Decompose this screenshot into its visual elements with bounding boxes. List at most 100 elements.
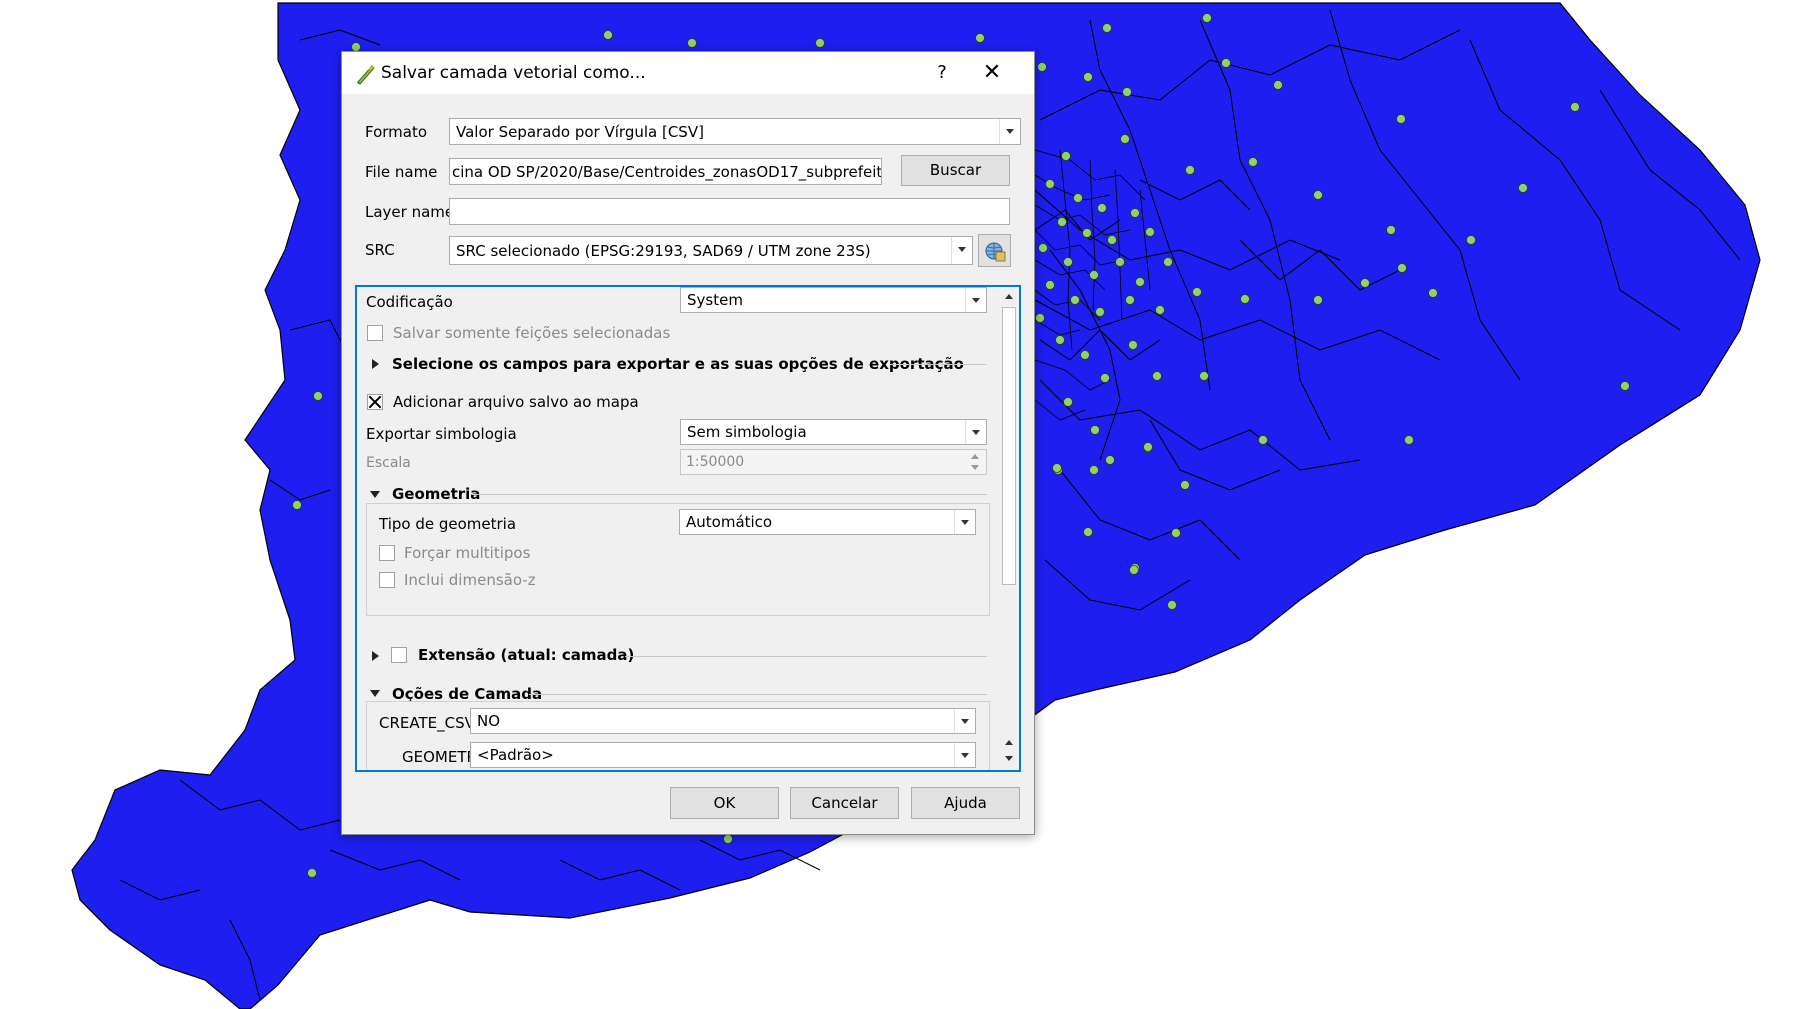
dialog-title: Salvar camada vetorial como... bbox=[381, 63, 646, 83]
filename-input[interactable]: cina OD SP/2020/Base/Centroides_zonasOD1… bbox=[449, 158, 882, 185]
chevron-down-icon bbox=[954, 709, 975, 733]
centroid-point bbox=[1100, 373, 1110, 383]
centroid-point bbox=[1107, 235, 1117, 245]
centroid-point bbox=[1063, 257, 1073, 267]
symbology-select[interactable]: Sem simbologia bbox=[680, 419, 987, 445]
section-divider bbox=[625, 656, 987, 657]
centroid-point bbox=[1083, 72, 1093, 82]
scroll-up-button[interactable] bbox=[1002, 289, 1017, 305]
scale-spinner[interactable] bbox=[968, 450, 986, 474]
centroid-point bbox=[1152, 371, 1162, 381]
centroid-point bbox=[815, 38, 825, 48]
centroid-point bbox=[1143, 442, 1153, 452]
extent-section-title[interactable]: Extensão (atual: camada) bbox=[418, 646, 634, 664]
centroid-point bbox=[1090, 425, 1100, 435]
section-divider bbox=[529, 694, 987, 695]
centroid-point bbox=[1070, 295, 1080, 305]
encoding-label: Codificação bbox=[366, 293, 453, 311]
arrow-up-icon bbox=[1005, 294, 1013, 299]
centroid-point bbox=[1105, 455, 1115, 465]
create-csvt-value: NO bbox=[477, 712, 501, 730]
centroid-point bbox=[723, 834, 733, 844]
centroid-point bbox=[1192, 287, 1202, 297]
centroid-point bbox=[1035, 313, 1045, 323]
expand-arrow-icon[interactable] bbox=[372, 651, 379, 661]
layername-input[interactable] bbox=[449, 198, 1010, 225]
qgis-icon bbox=[357, 65, 375, 85]
collapse-arrow-icon[interactable] bbox=[370, 491, 380, 498]
options-scrollbar[interactable] bbox=[1000, 287, 1019, 770]
centroid-point bbox=[1128, 340, 1138, 350]
crs-select[interactable]: SRC selecionado (EPSG:29193, SAD69 / UTM… bbox=[449, 236, 973, 265]
centroid-point bbox=[1052, 463, 1062, 473]
centroid-point bbox=[1130, 208, 1140, 218]
browse-button[interactable]: Buscar bbox=[901, 155, 1010, 186]
extent-checkbox[interactable] bbox=[391, 647, 407, 663]
centroid-point bbox=[1135, 277, 1145, 287]
options-scroll-panel[interactable]: Codificação System Salvar somente feiçõe… bbox=[355, 285, 1021, 772]
centroid-point bbox=[1083, 527, 1093, 537]
encoding-select[interactable]: System bbox=[680, 287, 987, 313]
include-z-label: Inclui dimensão-z bbox=[404, 571, 536, 589]
include-z-checkbox[interactable] bbox=[379, 572, 395, 588]
centroid-point bbox=[1102, 23, 1112, 33]
force-multi-checkbox[interactable] bbox=[379, 545, 395, 561]
chevron-down-icon bbox=[954, 510, 975, 534]
scrollbar-thumb[interactable] bbox=[1002, 307, 1016, 585]
only-selected-checkbox[interactable] bbox=[367, 325, 383, 341]
centroid-point bbox=[1155, 305, 1165, 315]
scale-input[interactable]: 1:50000 bbox=[680, 449, 987, 475]
fields-section-title[interactable]: Selecione os campos para exportar e as s… bbox=[392, 355, 964, 373]
cancel-button[interactable]: Cancelar bbox=[790, 787, 899, 819]
geometry-option-select[interactable]: <Padrão> bbox=[470, 742, 976, 768]
layer-options-groupbox: CREATE_CSVT NO GEOMETRY <Padrão> bbox=[366, 701, 990, 770]
format-select[interactable]: Valor Separado por Vírgula [CSV] bbox=[449, 118, 1021, 145]
crs-value: SRC selecionado (EPSG:29193, SAD69 / UTM… bbox=[456, 242, 871, 260]
centroid-point bbox=[1073, 193, 1083, 203]
centroid-point bbox=[1080, 350, 1090, 360]
centroid-point bbox=[1202, 13, 1212, 23]
close-icon[interactable]: ✕ bbox=[972, 58, 1012, 88]
section-divider bbox=[472, 494, 987, 495]
filename-value: cina OD SP/2020/Base/Centroides_zonasOD1… bbox=[452, 163, 882, 181]
centroid-point bbox=[1145, 227, 1155, 237]
add-to-map-checkbox[interactable] bbox=[367, 394, 383, 410]
centroid-point bbox=[1089, 465, 1099, 475]
expand-arrow-icon[interactable] bbox=[372, 359, 379, 369]
collapse-arrow-icon[interactable] bbox=[370, 690, 380, 697]
add-to-map-label: Adicionar arquivo salvo ao mapa bbox=[393, 393, 639, 411]
filename-label: File name bbox=[365, 163, 438, 181]
layername-label: Layer name bbox=[365, 203, 455, 221]
centroid-point bbox=[1082, 228, 1092, 238]
centroid-point bbox=[1120, 134, 1130, 144]
centroid-point bbox=[1125, 295, 1135, 305]
help-title-button[interactable]: ? bbox=[922, 58, 962, 88]
centroid-point bbox=[1221, 58, 1231, 68]
centroid-point bbox=[1038, 243, 1048, 253]
centroid-point bbox=[1240, 294, 1250, 304]
symbology-label: Exportar simbologia bbox=[366, 425, 517, 443]
centroid-point bbox=[1061, 151, 1071, 161]
centroid-point bbox=[1115, 257, 1125, 267]
dialog-titlebar[interactable]: Salvar camada vetorial como... ? ✕ bbox=[342, 52, 1034, 94]
centroid-point bbox=[1273, 80, 1283, 90]
centroid-point bbox=[1397, 263, 1407, 273]
centroid-point bbox=[313, 391, 323, 401]
save-vector-layer-dialog: Salvar camada vetorial como... ? ✕ Forma… bbox=[341, 51, 1035, 835]
scroll-down-button[interactable] bbox=[1002, 751, 1017, 767]
geometry-type-value: Automático bbox=[686, 513, 773, 531]
geometry-type-select[interactable]: Automático bbox=[679, 509, 976, 535]
ok-button[interactable]: OK bbox=[670, 787, 779, 819]
centroid-point bbox=[1396, 114, 1406, 124]
crs-selector-button[interactable] bbox=[978, 234, 1011, 267]
geometry-section-title[interactable]: Geometria bbox=[392, 485, 480, 503]
centroid-point bbox=[1180, 480, 1190, 490]
geometry-option-value: <Padrão> bbox=[477, 746, 554, 764]
chevron-down-icon bbox=[965, 420, 986, 444]
help-button[interactable]: Ajuda bbox=[911, 787, 1020, 819]
create-csvt-select[interactable]: NO bbox=[470, 708, 976, 734]
centroid-point bbox=[1313, 295, 1323, 305]
centroid-point bbox=[1185, 165, 1195, 175]
scroll-up-button-lower[interactable] bbox=[1002, 735, 1017, 751]
force-multi-label: Forçar multitipos bbox=[404, 544, 531, 562]
